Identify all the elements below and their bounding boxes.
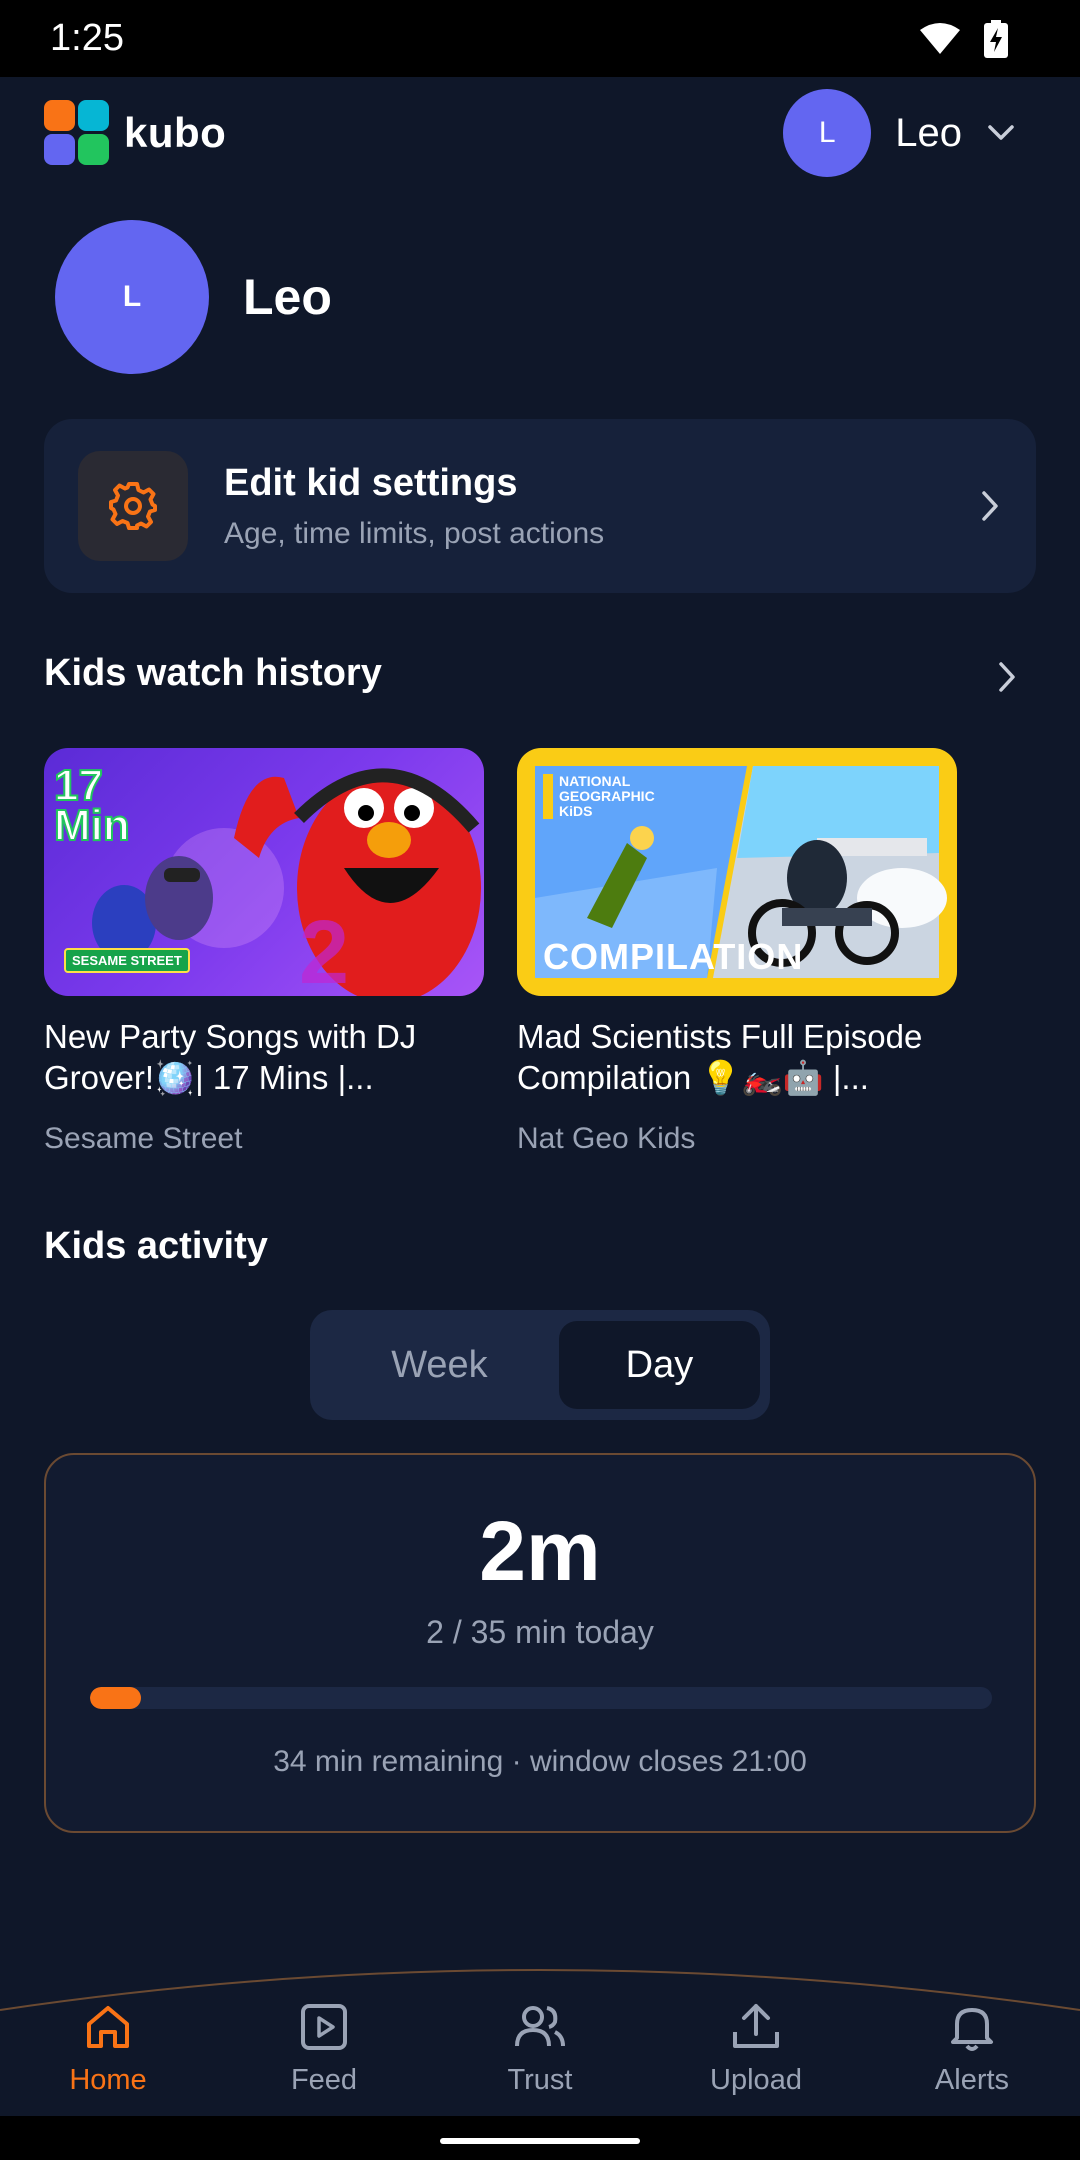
gear-icon (109, 482, 157, 530)
bottom-navigation: Home Feed Trust Upload Alerts (0, 1960, 1080, 2116)
profile-name: Leo (895, 110, 962, 155)
settings-subtitle: Age, time limits, post actions (224, 516, 605, 550)
period-toggle: Week Day (310, 1310, 770, 1420)
nav-item-trust[interactable]: Trust (432, 2000, 648, 2097)
kid-profile-header: L Leo (55, 220, 332, 374)
usage-summary: 2 / 35 min today (426, 1614, 654, 1650)
profile-switcher[interactable]: L Leo (783, 89, 1036, 177)
nav-label: Alerts (934, 2064, 1010, 2096)
home-gesture-bar[interactable] (440, 2138, 640, 2144)
video-title: Mad Scientists Full Episode Compilation … (517, 1018, 923, 1096)
usage-card: 2m 2 / 35 min today 34 min remaining · w… (44, 1453, 1036, 1833)
avatar: L (783, 89, 872, 177)
status-time: 1:25 (50, 17, 124, 59)
svg-text:2: 2 (299, 903, 349, 996)
status-icons (918, 19, 1008, 58)
watch-history-more-icon[interactable] (995, 660, 1019, 694)
thumbnail-brand-label: SESAME STREET (64, 948, 190, 973)
thumbnail-duration-badge: 17 Min (53, 761, 131, 850)
nav-item-alerts[interactable]: Alerts (864, 2000, 1080, 2097)
nav-label: Home (69, 2064, 147, 2096)
app-name: kubo (124, 109, 227, 156)
usage-total: 2m (479, 1504, 601, 1598)
nav-label: Feed (290, 2064, 358, 2096)
users-icon (515, 2006, 565, 2047)
video-title: New Party Songs with DJ Grover!🪩| 17 Min… (44, 1018, 417, 1096)
usage-progress-fill (90, 1687, 142, 1709)
video-channel: Nat Geo Kids (517, 1122, 696, 1155)
settings-title: Edit kid settings (224, 461, 518, 504)
watch-history-title: Kids watch history (44, 652, 382, 694)
video-thumbnail: 2 17 Min SESAME STREET (44, 748, 484, 996)
nav-items: Home Feed Trust Upload Alerts (0, 2000, 1080, 2097)
kid-name: Leo (243, 269, 332, 325)
chevron-right-icon (982, 491, 998, 521)
upload-icon (733, 2004, 779, 2048)
home-icon (87, 2006, 129, 2048)
usage-progress-bar (90, 1687, 992, 1709)
edit-kid-settings-card[interactable]: Edit kid settings Age, time limits, post… (44, 419, 1036, 593)
nav-label: Upload (710, 2064, 802, 2096)
nav-item-home[interactable]: Home (0, 2000, 216, 2097)
tab-day[interactable]: Day (558, 1321, 760, 1409)
nav-item-upload[interactable]: Upload (648, 2000, 864, 2097)
video-card[interactable]: 2 17 Min SESAME STREET New Party Songs w… (44, 748, 484, 1156)
battery-charging-icon (984, 19, 1008, 58)
chevron-down-icon (988, 125, 1014, 140)
thumbnail-compilation-label: COMPILATION (543, 936, 804, 977)
wifi-icon (920, 22, 960, 54)
settings-text: Edit kid settings Age, time limits, post… (224, 462, 978, 551)
gesture-area (0, 2116, 1080, 2160)
nav-item-feed[interactable]: Feed (216, 2000, 432, 2097)
app-header: kubo L Leo (0, 77, 1080, 189)
play-icon (301, 2004, 347, 2050)
tab-week[interactable]: Week (320, 1321, 559, 1409)
video-thumbnail: NATIONAL GEOGRAPHIC KiDS COMPILATION (517, 748, 957, 996)
bell-icon (951, 2008, 993, 2051)
settings-icon-box (78, 451, 188, 561)
video-channel: Sesame Street (44, 1122, 243, 1155)
kubo-logo-icon (44, 100, 110, 166)
nav-label: Trust (507, 2064, 573, 2096)
app-logo[interactable]: kubo (44, 100, 226, 166)
usage-footnote: 34 min remaining · window closes 21:00 (273, 1745, 807, 1778)
kids-activity-title: Kids activity (44, 1225, 268, 1267)
natgeo-kids-logo: NATIONAL GEOGRAPHIC KiDS (543, 774, 673, 819)
status-bar: 1:25 (0, 0, 1080, 77)
video-card[interactable]: NATIONAL GEOGRAPHIC KiDS COMPILATION Mad… (517, 748, 957, 1156)
kid-avatar: L (55, 220, 209, 374)
